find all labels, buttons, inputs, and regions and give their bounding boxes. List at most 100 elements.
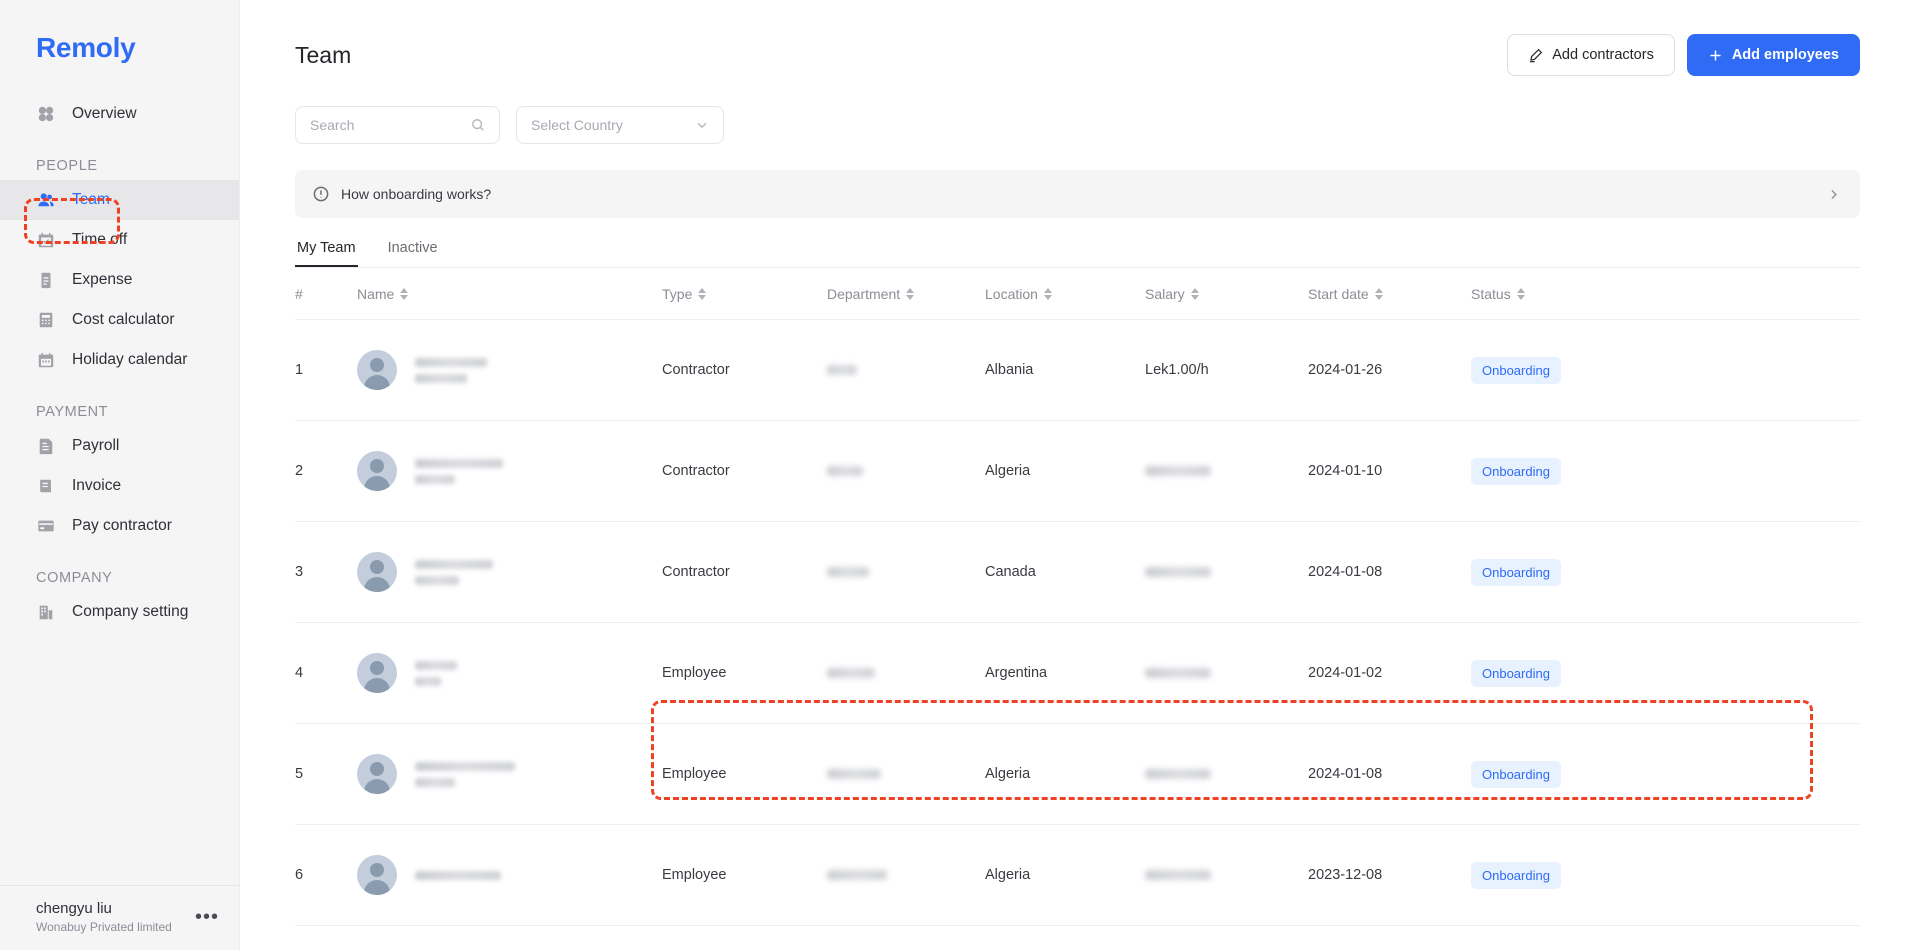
row-type: Contractor (662, 463, 730, 479)
row-status: Onboarding (1471, 659, 1860, 687)
row-name-cell[interactable] (357, 855, 662, 895)
sidebar-item-overview[interactable]: Overview (0, 94, 239, 134)
employee-name-redacted (415, 660, 457, 686)
sidebar-item-label: Cost calculator (72, 311, 175, 328)
row-status: Onboarding (1471, 457, 1860, 485)
more-options-icon[interactable]: ••• (195, 907, 219, 927)
row-type: Contractor (662, 564, 730, 580)
sidebar-item-label: Company setting (72, 603, 189, 620)
employee-name-redacted (415, 357, 487, 383)
add-employees-button[interactable]: Add employees (1686, 34, 1860, 76)
app-root: Remoly Overview PEOPLE Team Time off Exp… (0, 0, 1920, 950)
people-icon (36, 190, 56, 210)
column-header-type[interactable]: Type (662, 286, 827, 302)
row-department (827, 466, 985, 476)
row-status: Onboarding (1471, 356, 1860, 384)
row-salary (1145, 466, 1308, 476)
invoice-icon (36, 476, 56, 496)
status-badge: Onboarding (1471, 861, 1561, 889)
sidebar-item-payroll[interactable]: Payroll (0, 426, 239, 466)
row-type: Employee (662, 867, 727, 883)
employee-name-redacted (415, 761, 515, 787)
table-row[interactable]: 2 Contractor Algeria 2024-01-10 Onboarding (295, 421, 1860, 522)
header-actions: Add contractors Add employees (1507, 34, 1860, 76)
page-header: Team Add contractors Add employees (240, 0, 1920, 76)
sidebar-item-cost-calculator[interactable]: Cost calculator (0, 300, 239, 340)
column-header-start-date[interactable]: Start date (1308, 286, 1471, 302)
onboarding-banner[interactable]: How onboarding works? (295, 170, 1860, 218)
row-start-date: 2024-01-08 (1308, 766, 1383, 782)
sort-icon[interactable] (400, 287, 409, 300)
row-name-cell[interactable] (357, 754, 662, 794)
clipboard-icon (36, 270, 56, 290)
row-start-date: 2024-01-08 (1308, 564, 1383, 580)
avatar (357, 451, 397, 491)
row-salary: Lek1.00/h (1145, 362, 1209, 378)
row-start-date: 2024-01-02 (1308, 665, 1383, 681)
row-location: Algeria (985, 463, 1031, 479)
row-location: Albania (985, 362, 1034, 378)
status-badge: Onboarding (1471, 558, 1561, 586)
table-body: 1 Contractor Albania Lek1.00/h 2024-01-26 Onb… (295, 320, 1860, 926)
sidebar-item-pay-contractor[interactable]: Pay contractor (0, 506, 239, 546)
page-title: Team (295, 41, 352, 68)
row-type: Employee (662, 665, 727, 681)
table-row[interactable]: 1 Contractor Albania Lek1.00/h 2024-01-26 Onb… (295, 320, 1860, 421)
table-row[interactable]: 5 Employee Algeria 2024-01-08 Onboarding (295, 724, 1860, 825)
calendar-icon (36, 350, 56, 370)
table-row[interactable]: 4 Employee Argentina 2024-01-02 Onboarding (295, 623, 1860, 724)
info-icon (313, 186, 329, 202)
column-header-status[interactable]: Status (1471, 286, 1860, 302)
row-name-cell[interactable] (357, 552, 662, 592)
add-contractors-button[interactable]: Add contractors (1507, 34, 1675, 76)
tab-inactive[interactable]: Inactive (386, 240, 440, 267)
column-header-name[interactable]: Name (357, 286, 662, 302)
row-index: 4 (295, 665, 304, 681)
employee-name-redacted (415, 458, 503, 484)
row-name-cell[interactable] (357, 451, 662, 491)
column-header-salary[interactable]: Salary (1145, 286, 1308, 302)
app-logo[interactable]: Remoly (0, 0, 239, 64)
country-select-value: Select Country (531, 117, 623, 133)
country-select[interactable]: Select Country (516, 106, 724, 144)
status-badge: Onboarding (1471, 659, 1561, 687)
search-input-value: Search (310, 117, 355, 133)
add-employees-label: Add employees (1731, 47, 1839, 63)
sort-icon[interactable] (698, 287, 707, 300)
column-header-label: Start date (1308, 285, 1369, 302)
sort-icon[interactable] (906, 287, 915, 300)
plus-icon (1710, 49, 1721, 61)
column-header-location[interactable]: Location (985, 286, 1145, 302)
user-name: chengyu liu (36, 900, 112, 917)
row-start-date: 2024-01-10 (1308, 463, 1383, 479)
employee-name-redacted (415, 559, 493, 585)
sidebar-item-time-off[interactable]: Time off (0, 220, 239, 260)
table-row[interactable]: 6 Employee Algeria 2023-12-08 Onboarding (295, 825, 1860, 926)
sidebar-item-team[interactable]: Team (0, 180, 239, 220)
sort-icon[interactable] (1190, 287, 1199, 300)
main-content: Team Add contractors Add employees Searc… (240, 0, 1920, 950)
sidebar-item-expense[interactable]: Expense (0, 260, 239, 300)
sort-icon[interactable] (1516, 287, 1525, 300)
search-input[interactable]: Search (295, 106, 500, 144)
sidebar-section-payment: PAYMENT (36, 404, 109, 420)
row-name-cell[interactable] (357, 350, 662, 390)
tab-my-team[interactable]: My Team (295, 240, 358, 267)
sort-icon[interactable] (1374, 287, 1383, 300)
sort-icon[interactable] (1043, 287, 1052, 300)
sidebar-user-footer[interactable]: chengyu liu Wonabuy Privated limited ••• (0, 885, 239, 950)
sidebar-item-holiday-calendar[interactable]: Holiday calendar (0, 340, 239, 380)
sidebar-item-invoice[interactable]: Invoice (0, 466, 239, 506)
column-header-department[interactable]: Department (827, 286, 985, 302)
sidebar-section-people: PEOPLE (36, 158, 98, 174)
sidebar-item-company-setting[interactable]: Company setting (0, 592, 239, 632)
table-row[interactable]: 3 Contractor Canada 2024-01-08 Onboarding (295, 522, 1860, 623)
sidebar-section-company: COMPANY (36, 570, 113, 586)
sidebar-nav: Overview PEOPLE Team Time off Expense Co… (0, 94, 239, 632)
chevron-right-icon (1831, 189, 1837, 199)
table-header-row: # Name Type Department Location Salary S… (295, 268, 1860, 320)
row-salary (1145, 668, 1308, 678)
row-status: Onboarding (1471, 558, 1860, 586)
sidebar-item-label: Payroll (72, 437, 120, 454)
row-name-cell[interactable] (357, 653, 662, 693)
